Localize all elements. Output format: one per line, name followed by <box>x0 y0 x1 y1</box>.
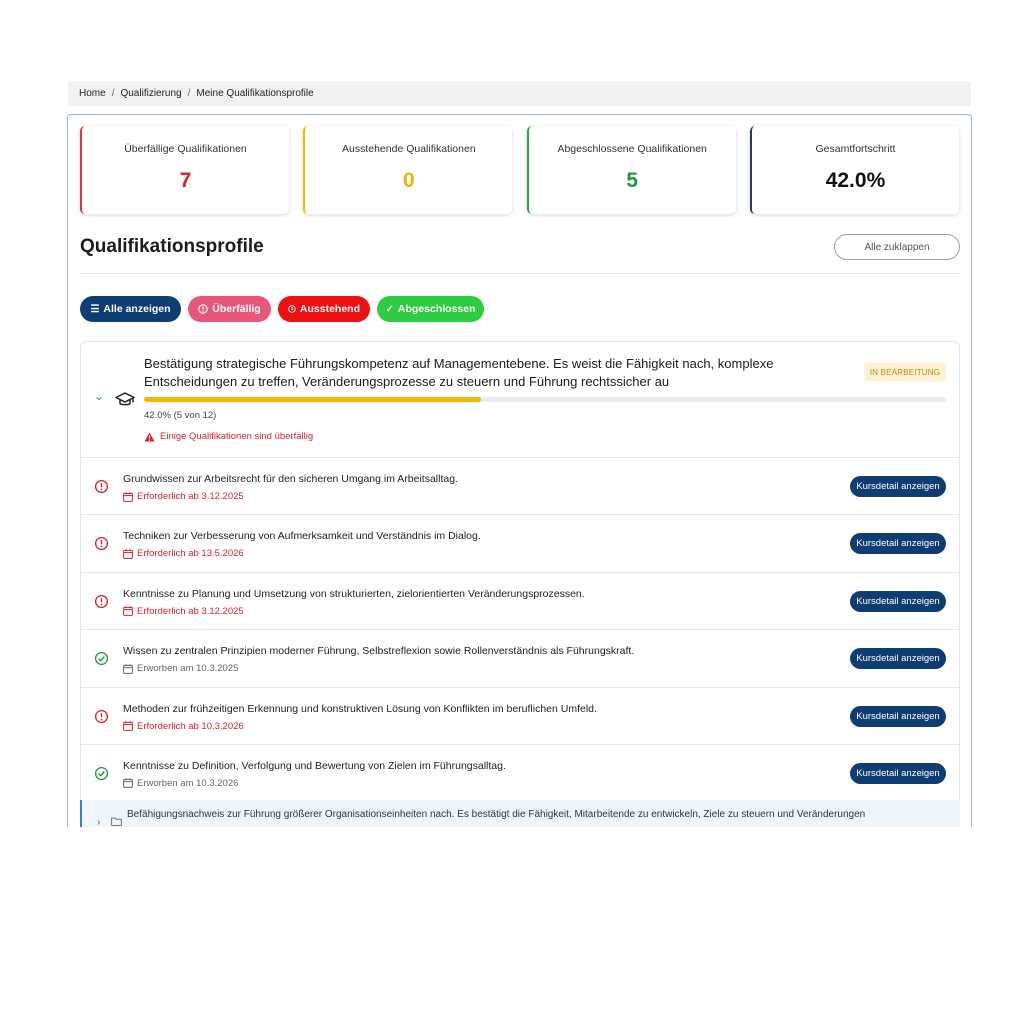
qualification-date: Erworben am 10.3.2025 <box>123 663 238 674</box>
stat-value: 5 <box>626 169 638 192</box>
profile-title: Befähigungsnachweis zur Führung größerer… <box>127 809 866 820</box>
stat-card-overdue: Überfällige Qualifikationen 7 <box>80 126 289 214</box>
breadcrumb-separator: / <box>187 88 191 99</box>
profile-header[interactable]: ⌄ Bestätigung strategische Führungskompe… <box>81 342 959 458</box>
qualification-title: Kenntnisse zu Definition, Verfolgung und… <box>123 759 506 772</box>
stat-value: 7 <box>179 169 192 192</box>
filter-pending-button[interactable]: Ausstehend <box>278 296 370 322</box>
breadcrumb-qualifizierung[interactable]: Qualifizierung <box>120 88 181 99</box>
collapse-all-button[interactable]: Alle zuklappen <box>834 234 960 260</box>
clock-icon <box>288 305 296 313</box>
breadcrumb-home[interactable]: Home <box>79 88 106 99</box>
breadcrumb-current: Meine Qualifikationsprofile <box>196 88 314 99</box>
filter-completed-button[interactable]: ✓ Abgeschlossen <box>377 296 484 322</box>
qualification-item: Grundwissen zur Arbeitsrecht für den sic… <box>81 458 959 516</box>
progress-bar <box>144 397 946 402</box>
progress-fill <box>144 397 481 402</box>
stat-card-pending: Ausstehende Qualifikationen 0 <box>303 126 513 214</box>
calendar-icon <box>123 491 133 502</box>
warning-text: Einige Qualifikationen sind überfällig <box>160 431 314 442</box>
qualification-title: Kenntnisse zu Planung und Umsetzung von … <box>123 587 585 600</box>
course-detail-button[interactable]: Kursdetail anzeigen <box>850 590 946 612</box>
chevron-right-icon[interactable]: › <box>97 817 100 827</box>
stat-label: Abgeschlossene Qualifikationen <box>557 143 707 155</box>
stat-card-completed: Abgeschlossene Qualifikationen 5 <box>526 126 736 214</box>
calendar-icon <box>123 721 133 731</box>
breadcrumb: Home / Qualifizierung / Meine Qualifikat… <box>68 81 971 106</box>
calendar-icon <box>123 663 133 674</box>
qualification-title: Grundwissen zur Arbeitsrecht für den sic… <box>123 473 458 485</box>
filter-all-button[interactable]: ☰ Alle anzeigen <box>80 296 181 322</box>
profile-title: Bestätigung strategische Führungskompete… <box>144 356 774 389</box>
check-icon: ✓ <box>385 303 394 315</box>
stat-card-progress: Gesamtfortschritt 42.0% <box>749 126 959 214</box>
date-text: Erworben am 10.3.2026 <box>137 777 239 789</box>
check-circle-icon <box>94 652 109 666</box>
qualification-date: Erforderlich ab 3.12.2025 <box>123 606 244 617</box>
qualification-date: Erforderlich ab 10.3.2026 <box>123 721 244 732</box>
course-detail-button[interactable]: Kursdetail anzeigen <box>850 648 946 670</box>
calendar-icon <box>123 549 133 559</box>
calendar-icon <box>123 778 133 789</box>
filter-overdue-button[interactable]: Überfällig <box>188 296 271 322</box>
qualification-item: Techniken zur Verbesserung von Aufmerksa… <box>81 515 959 573</box>
qualification-date: Erforderlich ab 3.12.2025 <box>123 491 244 502</box>
course-detail-button[interactable]: Kursdetail anzeigen <box>850 762 946 784</box>
filter-label: Alle anzeigen <box>103 303 171 315</box>
alert-circle-icon <box>94 479 109 494</box>
check-circle-icon <box>94 766 109 781</box>
graduation-cap-icon <box>115 392 135 406</box>
course-detail-button[interactable]: Kursdetail anzeigen <box>850 533 946 555</box>
date-text: Erforderlich ab 10.3.2026 <box>137 720 244 732</box>
stat-label: Überfällige Qualifikationen <box>124 143 247 155</box>
stat-value: 42.0% <box>825 169 886 192</box>
filter-label: Ausstehend <box>299 303 360 315</box>
filter-label: Überfällig <box>212 303 261 315</box>
chevron-down-icon[interactable]: ⌄ <box>94 389 104 403</box>
profile-card-collapsed[interactable]: › Befähigungsnachweis zur Führung größer… <box>80 800 960 827</box>
filter-bar: ☰ Alle anzeigen Überfällig Ausstehend ✓ … <box>80 296 484 322</box>
qualification-list: Grundwissen zur Arbeitsrecht für den sic… <box>81 458 959 803</box>
stat-label: Gesamtfortschritt <box>815 143 896 155</box>
stat-label: Ausstehende Qualifikationen <box>341 143 476 155</box>
folder-icon <box>111 817 122 826</box>
date-text: Erforderlich ab 3.12.2025 <box>137 605 244 617</box>
alert-circle-icon <box>94 537 109 551</box>
list-icon: ☰ <box>90 303 100 315</box>
qualification-title: Methoden zur frühzeitigen Erkennung und … <box>123 702 597 715</box>
date-text: Erforderlich ab 3.12.2025 <box>137 491 244 502</box>
qualification-title: Techniken zur Verbesserung von Aufmerksa… <box>123 530 481 543</box>
filter-label: Abgeschlossen <box>397 303 476 315</box>
overdue-warning: Einige Qualifikationen sind überfällig <box>144 431 313 442</box>
alert-circle-icon <box>94 594 109 608</box>
date-text: Erworben am 10.3.2025 <box>137 663 239 675</box>
warning-triangle-icon <box>144 431 155 442</box>
main-panel: Überfällige Qualifikationen 7 Ausstehend… <box>67 114 972 827</box>
course-detail-button[interactable]: Kursdetail anzeigen <box>850 705 946 727</box>
stats-row: Überfällige Qualifikationen 7 Ausstehend… <box>80 126 959 214</box>
qualification-date: Erworben am 10.3.2026 <box>123 778 238 789</box>
stat-value: 0 <box>402 169 415 192</box>
qualification-item: Kenntnisse zu Planung und Umsetzung von … <box>81 573 959 631</box>
progress-text: 42.0% (5 von 12) <box>144 410 217 421</box>
qualification-date: Erforderlich ab 13.5.2026 <box>123 548 244 559</box>
alert-circle-icon <box>198 304 209 314</box>
qualification-item: Wissen zu zentralen Prinzipien moderner … <box>81 630 959 688</box>
date-text: Erforderlich ab 13.5.2026 <box>137 548 244 560</box>
qualification-item: Kenntnisse zu Definition, Verfolgung und… <box>81 745 959 803</box>
divider <box>80 273 960 274</box>
calendar-icon <box>123 606 133 617</box>
qualification-item: Methoden zur frühzeitigen Erkennung und … <box>81 688 959 745</box>
section-title: Qualifikationsprofile <box>80 236 264 257</box>
course-detail-button[interactable]: Kursdetail anzeigen <box>850 476 946 497</box>
breadcrumb-separator: / <box>111 88 115 99</box>
qualification-title: Wissen zu zentralen Prinzipien moderner … <box>123 645 635 658</box>
status-badge: IN BEARBEITUNG <box>864 362 946 382</box>
profile-card: ⌄ Bestätigung strategische Führungskompe… <box>80 341 960 827</box>
alert-circle-icon <box>94 709 109 723</box>
